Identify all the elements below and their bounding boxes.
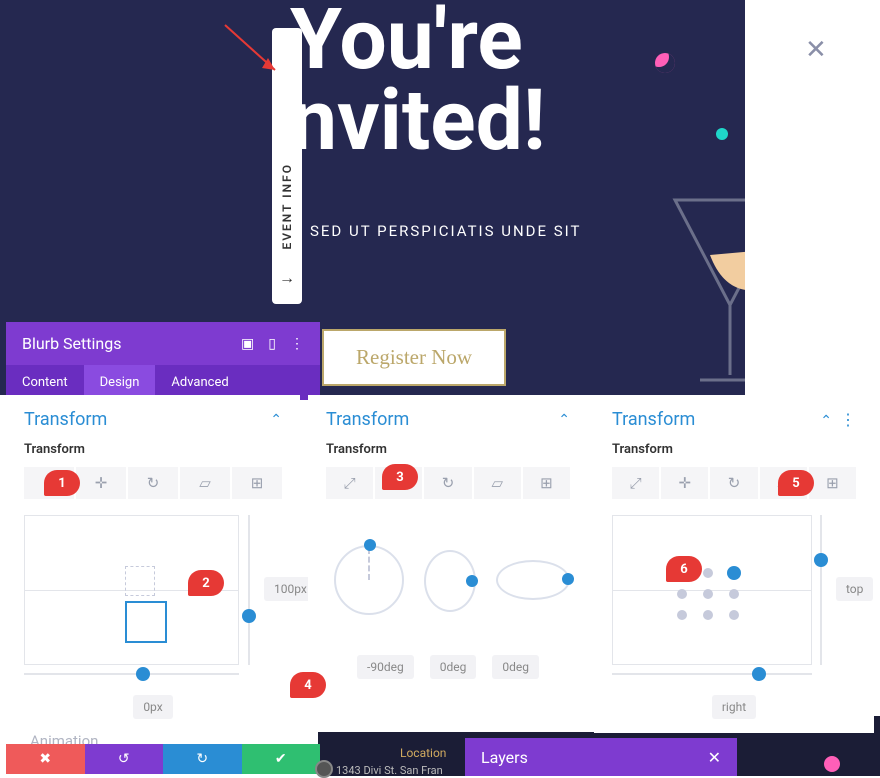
origin-x-value[interactable]: right bbox=[712, 695, 756, 719]
tool-scale[interactable]: ⤢ bbox=[326, 467, 373, 499]
hero-title: You're nvited! bbox=[290, 0, 546, 162]
focus-icon[interactable]: ▣ bbox=[241, 336, 254, 352]
tool-rotate[interactable]: ↻ bbox=[424, 467, 471, 499]
layers-title: Layers bbox=[481, 748, 528, 767]
chevron-up-icon[interactable]: ⌃ bbox=[558, 412, 570, 428]
vertical-slider-thumb[interactable] bbox=[242, 609, 256, 623]
origin-point[interactable] bbox=[677, 610, 687, 620]
hero-subtitle: SED UT PERSPICIATIS UNDE SIT bbox=[310, 222, 582, 240]
option-label: Transform bbox=[308, 438, 588, 461]
rotate-x-value[interactable]: 0deg bbox=[492, 655, 539, 679]
undo-button[interactable]: ↺ bbox=[85, 744, 164, 774]
dial-indicator bbox=[368, 548, 370, 580]
original-shape-outline bbox=[125, 566, 155, 596]
panel-action-bar: ✖ ↺ ↻ ✔ bbox=[6, 744, 320, 774]
tool-rotate[interactable]: ↻ bbox=[128, 467, 178, 499]
save-button[interactable]: ✔ bbox=[242, 744, 321, 774]
transform-panel-rotate: Transform ⌃ Transform ⤢ ✛ ↻ ▱ ⊞ -90deg 0… bbox=[308, 395, 588, 693]
event-info-side-tab[interactable]: EVENT INFO → bbox=[272, 28, 302, 304]
confetti-dot bbox=[716, 128, 728, 140]
moon-icon bbox=[655, 53, 675, 73]
vertical-slider-track bbox=[248, 515, 250, 665]
tool-origin[interactable]: ⊞ bbox=[523, 467, 570, 499]
tool-skew[interactable]: ▱ bbox=[474, 467, 521, 499]
vertical-slider-thumb[interactable] bbox=[814, 553, 828, 567]
layers-panel-header[interactable]: Layers ✕ bbox=[465, 738, 737, 776]
redo-button[interactable]: ↻ bbox=[163, 744, 242, 774]
tool-translate[interactable]: ✛ bbox=[76, 467, 126, 499]
rotate-x-handle[interactable] bbox=[562, 573, 574, 585]
origin-point[interactable] bbox=[729, 610, 739, 620]
location-label: Location bbox=[400, 746, 446, 760]
origin-point[interactable] bbox=[703, 589, 713, 599]
vertical-slider-track bbox=[820, 515, 822, 665]
register-button[interactable]: Register Now bbox=[322, 329, 506, 386]
tool-translate[interactable]: ✛ bbox=[375, 467, 422, 499]
section-heading[interactable]: Transform bbox=[24, 409, 107, 430]
tool-rotate[interactable]: ↻ bbox=[710, 467, 757, 499]
transform-panel-origin: Transform ⌃ ⋮ Transform ⤢ ✛ ↻ ▱ ⊞ top bbox=[594, 395, 874, 733]
rotate-y-value[interactable]: 0deg bbox=[430, 655, 477, 679]
option-label: Transform bbox=[594, 438, 874, 461]
section-heading[interactable]: Transform bbox=[326, 409, 409, 430]
horizontal-slider-track bbox=[24, 673, 239, 675]
horizontal-slider-thumb[interactable] bbox=[136, 667, 150, 681]
translated-shape[interactable] bbox=[125, 601, 167, 643]
horizontal-slider-track bbox=[612, 673, 812, 675]
chevron-up-icon[interactable]: ⌃ bbox=[820, 413, 832, 429]
chevron-up-icon[interactable]: ⌃ bbox=[270, 412, 282, 428]
tool-skew[interactable]: ▱ bbox=[180, 467, 230, 499]
blurb-settings-panel: Blurb Settings ▣ ▯ ⋮ Content Design Adva… bbox=[6, 322, 320, 400]
hero-title-line2: nvited! bbox=[290, 71, 546, 170]
tool-skew[interactable]: ▱ bbox=[760, 467, 807, 499]
panel-title: Blurb Settings bbox=[22, 334, 121, 353]
martini-glass-illustration bbox=[670, 195, 745, 395]
confetti-dot bbox=[824, 756, 840, 772]
origin-point[interactable] bbox=[729, 589, 739, 599]
kebab-menu-icon[interactable]: ⋮ bbox=[290, 336, 304, 352]
rotate-z-handle[interactable] bbox=[364, 539, 376, 551]
tool-translate[interactable]: ✛ bbox=[661, 467, 708, 499]
tool-scale[interactable]: ⤢ bbox=[24, 467, 74, 499]
origin-point[interactable] bbox=[677, 568, 687, 578]
side-tab-label: EVENT INFO bbox=[280, 163, 294, 250]
origin-point[interactable] bbox=[677, 589, 687, 599]
origin-point-selected[interactable] bbox=[727, 566, 741, 580]
tool-origin[interactable]: ⊞ bbox=[809, 467, 856, 499]
translate-preview[interactable] bbox=[24, 515, 239, 665]
kebab-menu-icon[interactable]: ⋮ bbox=[840, 410, 856, 429]
rotate-x-dial[interactable] bbox=[496, 560, 570, 600]
origin-point[interactable] bbox=[703, 568, 713, 578]
rotate-y-handle[interactable] bbox=[466, 575, 478, 587]
close-icon[interactable]: ✕ bbox=[708, 748, 721, 767]
offset-x-value[interactable]: 0px bbox=[133, 695, 172, 719]
transform-panel-translate: Transform ⌃ Transform ⤢ ✛ ↻ ▱ ⊞ 100px 0p… bbox=[6, 395, 300, 733]
tool-scale[interactable]: ⤢ bbox=[612, 467, 659, 499]
tool-origin[interactable]: ⊞ bbox=[232, 467, 282, 499]
discard-button[interactable]: ✖ bbox=[6, 744, 85, 774]
origin-preview[interactable] bbox=[612, 515, 812, 665]
location-address: 1343 Divi St. San Fran bbox=[336, 764, 443, 777]
section-heading[interactable]: Transform bbox=[612, 409, 695, 430]
option-label: Transform bbox=[6, 438, 300, 461]
close-icon[interactable]: ✕ bbox=[805, 35, 827, 65]
origin-grid bbox=[673, 566, 743, 621]
rotate-z-value[interactable]: -90deg bbox=[357, 655, 414, 679]
origin-y-value[interactable]: top bbox=[836, 577, 873, 601]
columns-icon[interactable]: ▯ bbox=[268, 336, 276, 352]
resize-handle[interactable] bbox=[315, 760, 333, 778]
origin-point[interactable] bbox=[703, 610, 713, 620]
horizontal-slider-thumb[interactable] bbox=[752, 667, 766, 681]
arrow-right-icon: → bbox=[279, 268, 295, 288]
